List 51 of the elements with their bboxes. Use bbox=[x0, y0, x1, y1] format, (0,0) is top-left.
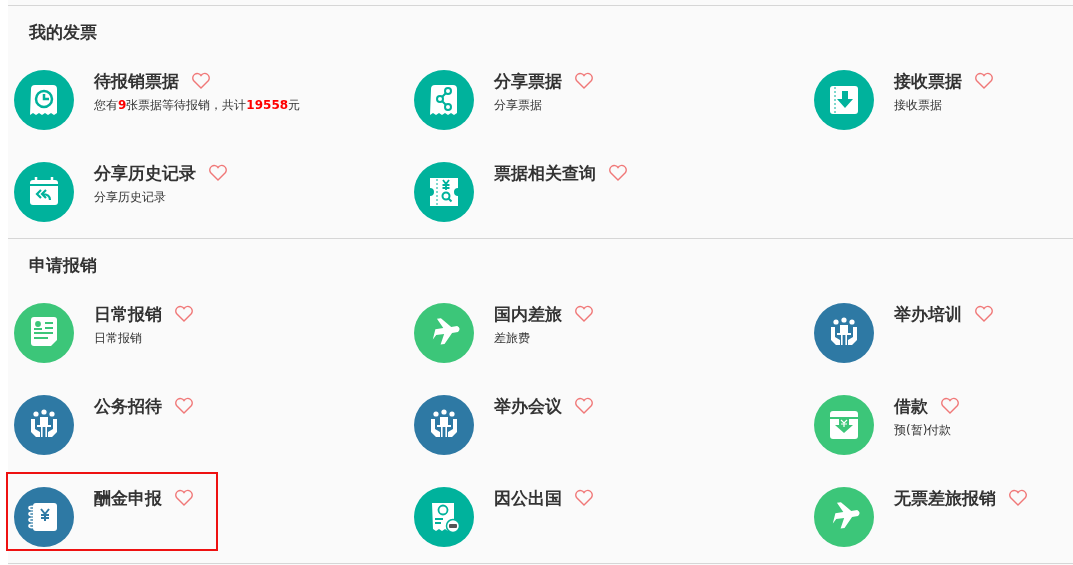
heart-icon[interactable] bbox=[174, 305, 194, 323]
heart-icon[interactable] bbox=[1008, 489, 1028, 507]
heart-icon[interactable] bbox=[174, 397, 194, 415]
item-title[interactable]: 分享历史记录 bbox=[94, 161, 196, 185]
heart-icon[interactable] bbox=[974, 305, 994, 323]
item-description: 预(暂)付款 bbox=[894, 422, 953, 439]
share-receipt-icon[interactable] bbox=[414, 70, 474, 130]
heart-icon[interactable] bbox=[191, 72, 211, 90]
section-title: 申请报销 bbox=[29, 254, 98, 277]
heart-icon[interactable] bbox=[574, 72, 594, 90]
heart-icon[interactable] bbox=[974, 72, 994, 90]
document-icon[interactable] bbox=[14, 303, 74, 363]
document-car-icon[interactable] bbox=[414, 487, 474, 547]
item-title[interactable]: 待报销票据 bbox=[94, 69, 179, 93]
item-title[interactable]: 日常报销 bbox=[94, 302, 162, 326]
item-title[interactable]: 分享票据 bbox=[494, 69, 562, 93]
item-description: 差旅费 bbox=[494, 330, 531, 347]
notebook-yen-icon[interactable] bbox=[14, 487, 74, 547]
item-description: 您有9张票据等待报销，共计19558元 bbox=[94, 97, 301, 114]
item-title[interactable]: 票据相关查询 bbox=[494, 161, 596, 185]
ticket-search-icon[interactable] bbox=[414, 162, 474, 222]
heart-icon[interactable] bbox=[174, 489, 194, 507]
item-description: 日常报销 bbox=[94, 330, 143, 347]
download-box-icon[interactable] bbox=[814, 395, 874, 455]
calendar-reply-icon[interactable] bbox=[14, 162, 74, 222]
item-title[interactable]: 因公出国 bbox=[494, 486, 562, 510]
heart-icon[interactable] bbox=[574, 305, 594, 323]
meeting-icon[interactable] bbox=[814, 303, 874, 363]
section-title: 我的发票 bbox=[29, 21, 98, 44]
item-title[interactable]: 接收票据 bbox=[894, 69, 962, 93]
item-title[interactable]: 公务招待 bbox=[94, 394, 162, 418]
item-description: 分享历史记录 bbox=[94, 189, 167, 206]
heart-icon[interactable] bbox=[574, 397, 594, 415]
item-title[interactable]: 举办培训 bbox=[894, 302, 962, 326]
plane-icon[interactable] bbox=[414, 303, 474, 363]
download-ticket-icon[interactable] bbox=[814, 70, 874, 130]
item-description: 分享票据 bbox=[494, 97, 543, 114]
meeting-icon[interactable] bbox=[14, 395, 74, 455]
meeting-icon[interactable] bbox=[414, 395, 474, 455]
heart-icon[interactable] bbox=[208, 164, 228, 182]
item-title[interactable]: 举办会议 bbox=[494, 394, 562, 418]
clock-receipt-icon[interactable] bbox=[14, 70, 74, 130]
heart-icon[interactable] bbox=[940, 397, 960, 415]
item-title[interactable]: 借款 bbox=[894, 394, 928, 418]
item-description: 接收票据 bbox=[894, 97, 943, 114]
heart-icon[interactable] bbox=[574, 489, 594, 507]
item-title[interactable]: 国内差旅 bbox=[494, 302, 562, 326]
item-title[interactable]: 无票差旅报销 bbox=[894, 486, 996, 510]
item-title[interactable]: 酬金申报 bbox=[94, 486, 162, 510]
plane-icon[interactable] bbox=[814, 487, 874, 547]
heart-icon[interactable] bbox=[608, 164, 628, 182]
